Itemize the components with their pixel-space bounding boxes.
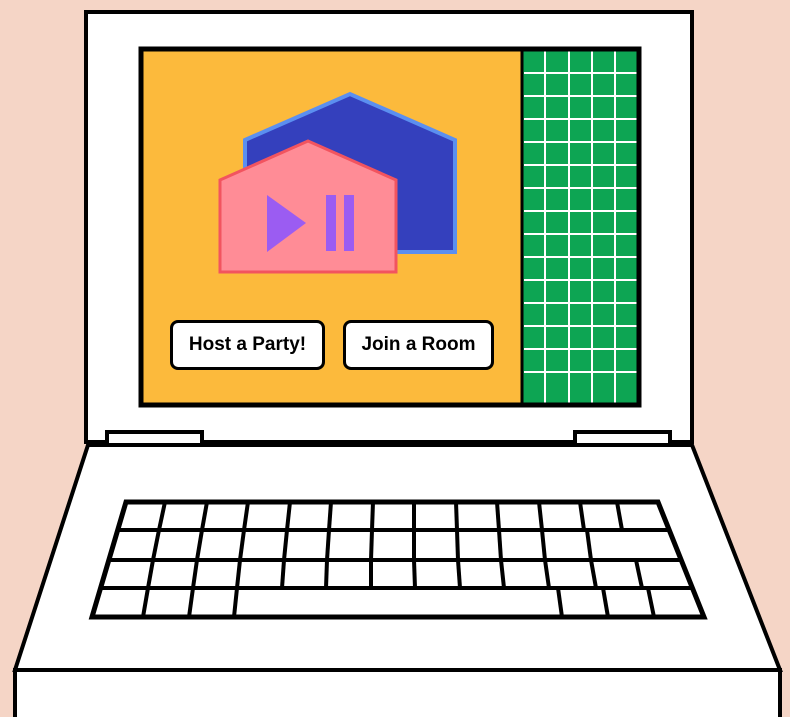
- keyboard: [88, 499, 708, 620]
- host-party-button[interactable]: Host a Party!: [170, 320, 325, 370]
- join-room-button[interactable]: Join a Room: [343, 320, 494, 370]
- pause-icon: [326, 195, 336, 251]
- laptop-illustration: Host a Party! Join a Room: [0, 0, 790, 717]
- pause-icon-bar: [344, 195, 354, 251]
- laptop-base-front: [13, 668, 782, 717]
- grid-panel: [520, 49, 639, 405]
